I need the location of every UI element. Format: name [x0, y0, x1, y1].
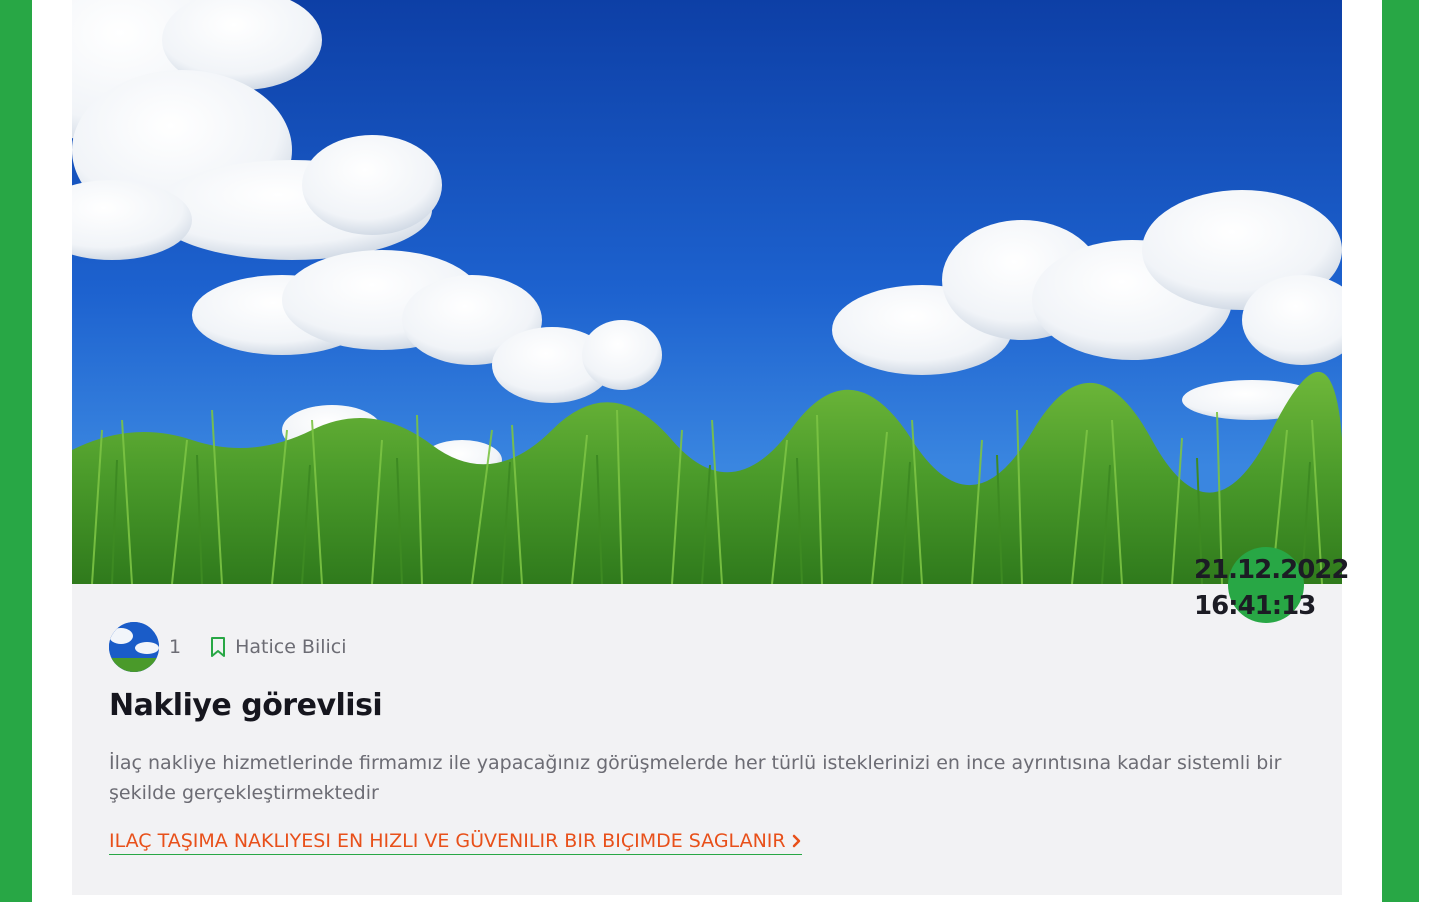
post-meta: 1 Hatice Bilici: [109, 622, 347, 672]
post-date-time: 16:41:13: [1194, 591, 1316, 621]
post-description: İlaç nakliye hizmetlerinde firmamız ile …: [109, 752, 1282, 804]
blog-post-card: 21.12.2022 16:41:13 1 Hatice Bilici Nakl…: [72, 0, 1349, 895]
bookmark-icon: [209, 636, 227, 658]
comment-count: 1: [169, 636, 182, 658]
right-green-border: [1382, 0, 1419, 902]
read-more-link[interactable]: ILAÇ TAŞIMA NAKLIYESI EN HIZLI VE GÜVENI…: [109, 830, 802, 855]
author-name[interactable]: Hatice Bilici: [235, 636, 346, 658]
post-date-day: 21.12.2022: [1194, 555, 1349, 585]
post-date: 21.12.2022 16:41:13: [1194, 552, 1349, 624]
chevron-right-icon: [792, 834, 802, 848]
post-title[interactable]: Nakliye görevlisi: [109, 688, 383, 723]
read-more-label: ILAÇ TAŞIMA NAKLIYESI EN HIZLI VE GÜVENI…: [109, 830, 786, 852]
avatar[interactable]: [109, 622, 159, 672]
left-green-border: [0, 0, 32, 902]
post-featured-image[interactable]: [72, 0, 1342, 584]
